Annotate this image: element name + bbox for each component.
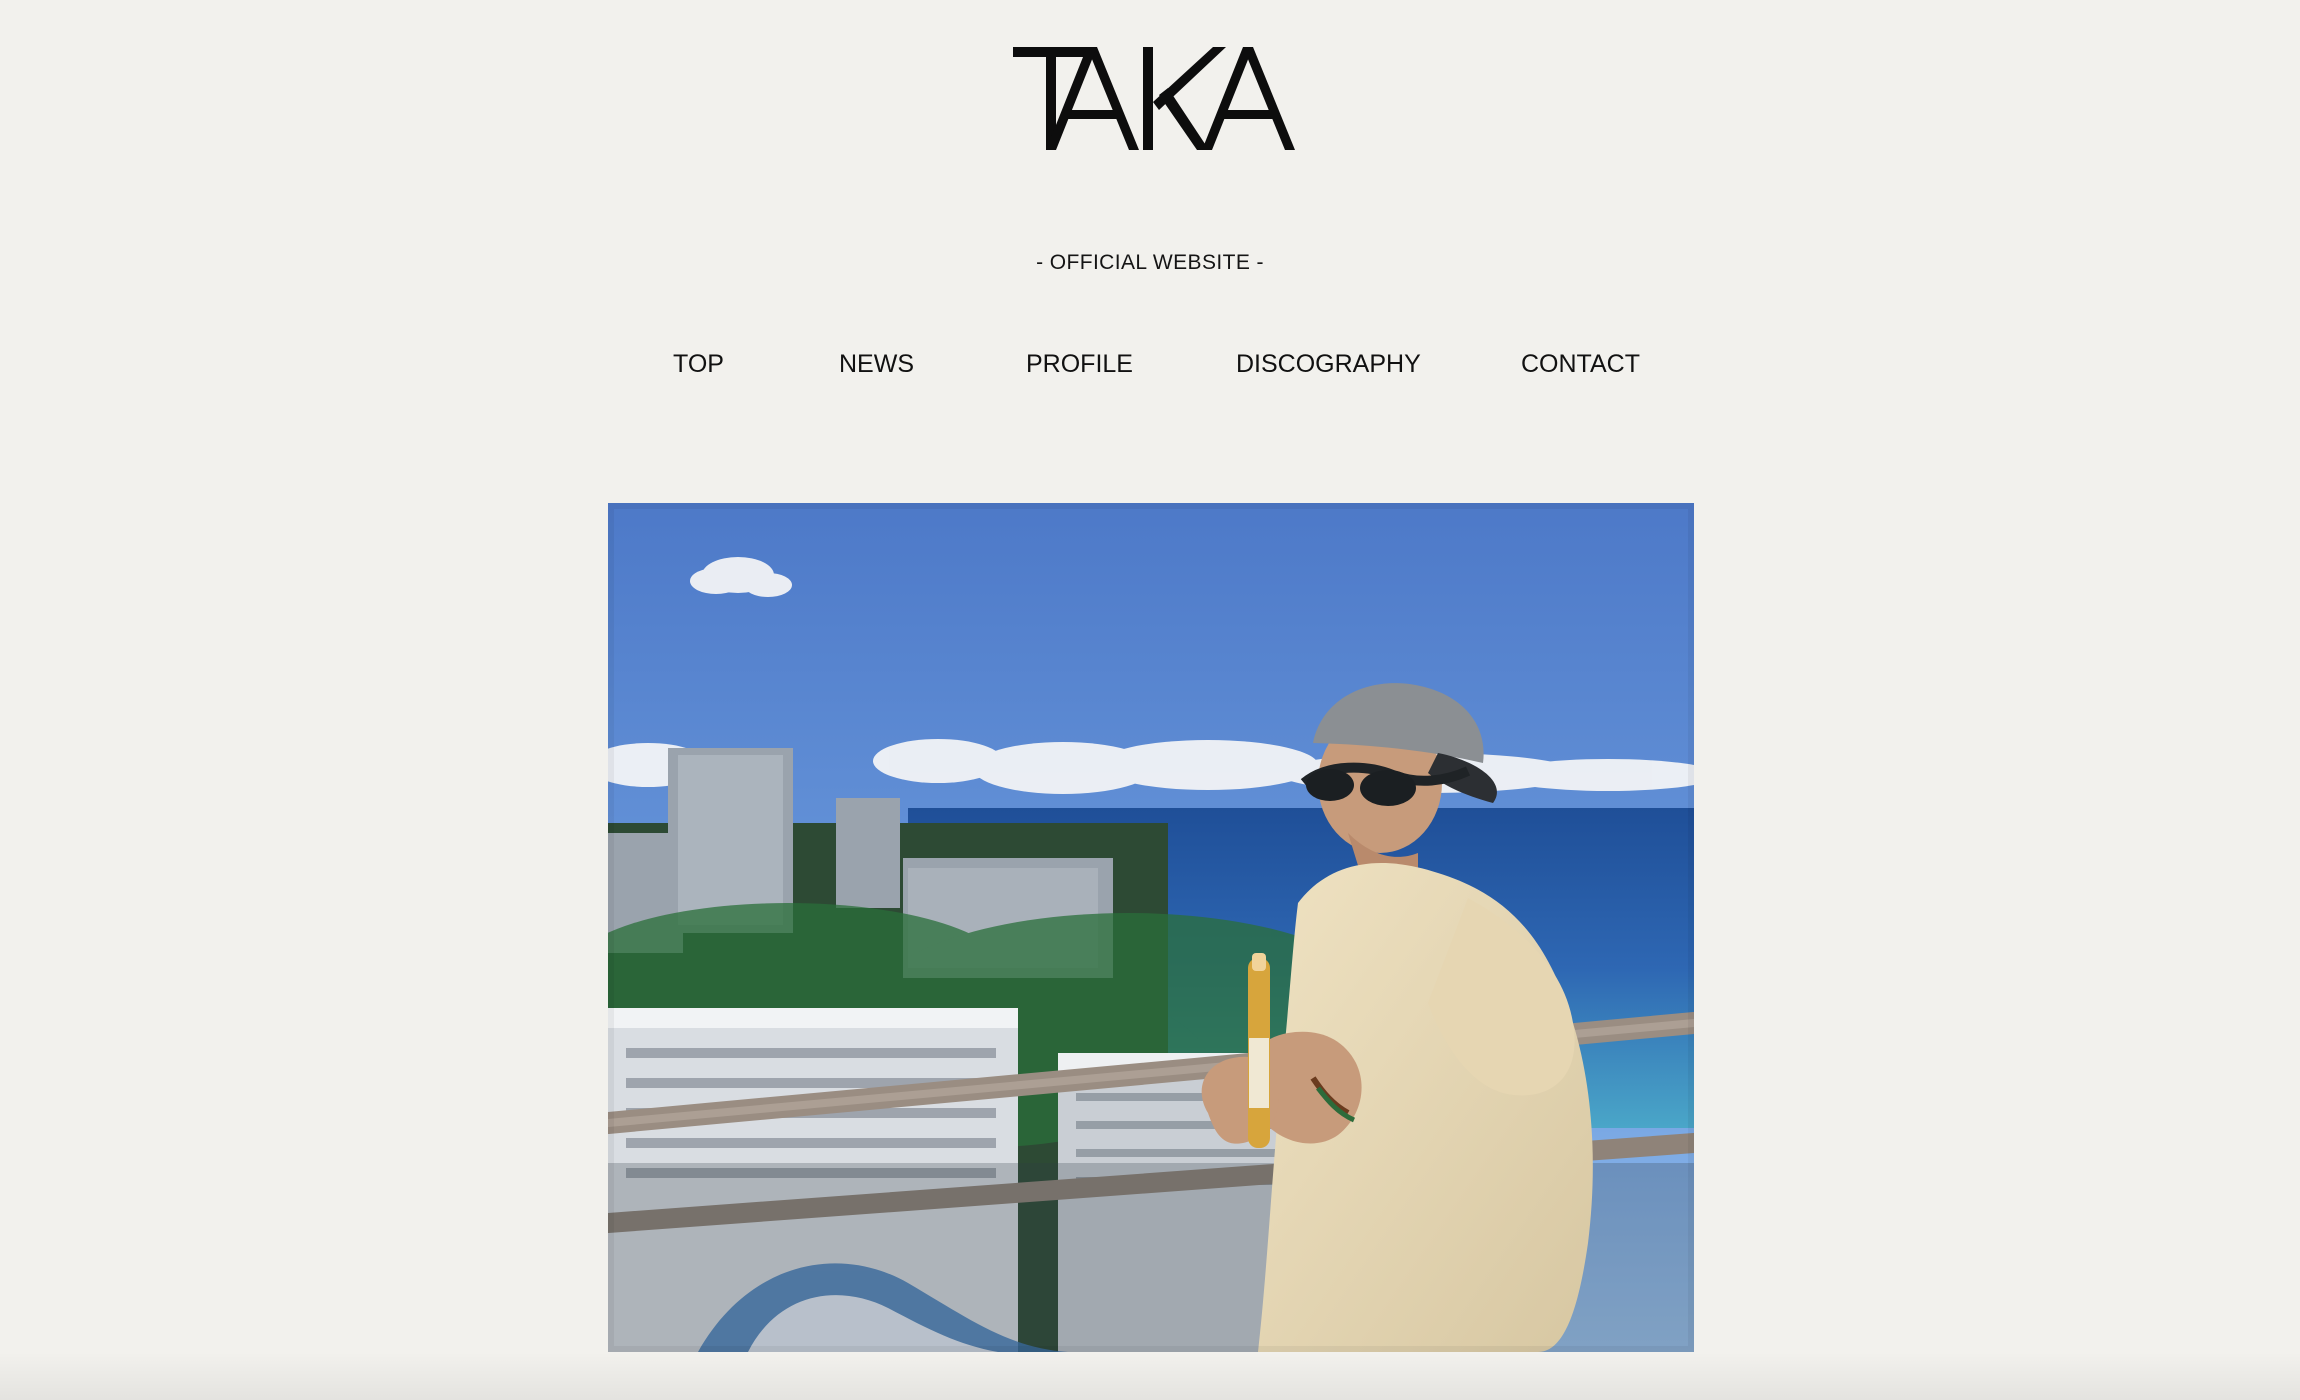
site-tagline: - OFFICIAL WEBSITE - xyxy=(1036,251,1264,274)
photo-icon xyxy=(608,503,1694,1352)
hero-photo xyxy=(608,503,1694,1352)
nav-item-profile[interactable]: PROFILE xyxy=(1026,350,1133,379)
bottom-shadow xyxy=(0,1352,2300,1400)
nav-item-top[interactable]: TOP xyxy=(673,350,724,379)
page: - OFFICIAL WEBSITE - TOP NEWS PROFILE DI… xyxy=(0,0,2300,1400)
nav-item-news[interactable]: NEWS xyxy=(839,350,914,379)
nav-item-contact[interactable]: CONTACT xyxy=(1521,350,1640,379)
site-logo[interactable] xyxy=(1013,40,1295,156)
main-nav: TOP NEWS PROFILE DISCOGRAPHY CONTACT xyxy=(0,350,2300,384)
nav-item-discography[interactable]: DISCOGRAPHY xyxy=(1236,350,1421,379)
